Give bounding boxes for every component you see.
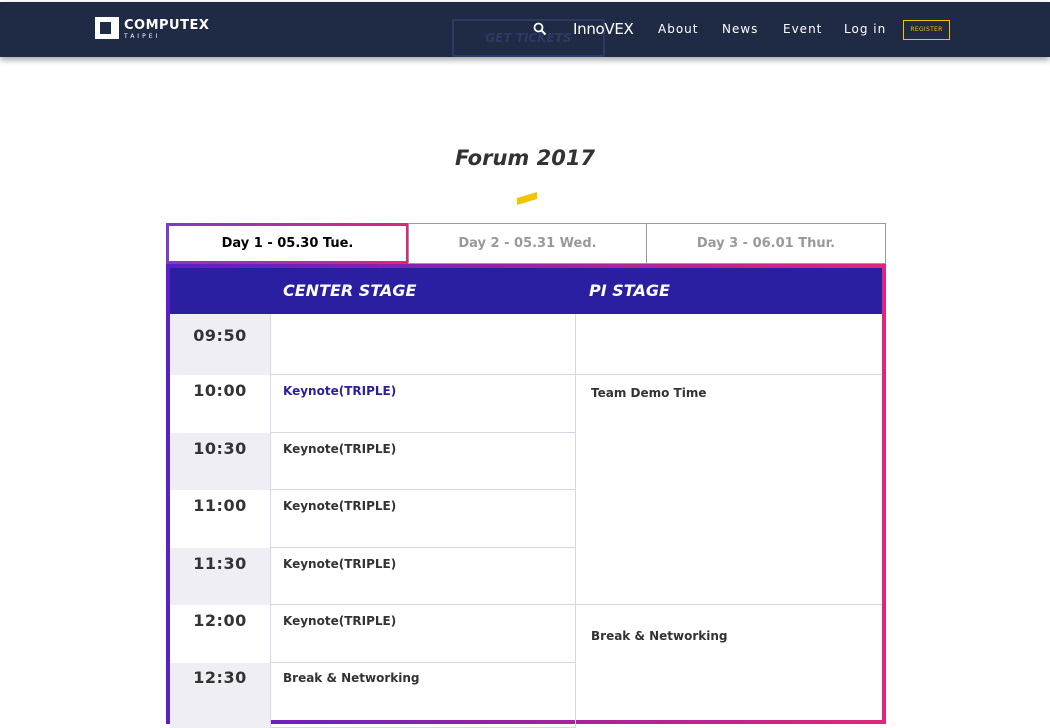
register-button[interactable]: REGISTER [903,20,950,40]
time-slot: 11:00 [193,496,247,515]
logo-subtext: TAIPEI [124,33,161,40]
time-slot: 11:30 [170,548,270,605]
center-session-cell[interactable]: Keynote(TRIPLE) [270,375,576,433]
center-session-cell: Break & Networking [270,663,576,728]
nav-login[interactable]: Log in [844,21,886,37]
center-session-cell [270,314,576,375]
nav-news[interactable]: News [722,21,758,37]
nav-about[interactable]: About [658,21,698,37]
stage-title-center: CENTER STAGE [283,281,417,300]
pi-session-cell [576,314,882,375]
schedule-header: CENTER STAGE PI STAGE [170,268,882,314]
center-session-cell: Keynote(TRIPLE) [270,548,576,605]
search-icon[interactable] [533,22,547,36]
accent-dash-icon [517,192,537,205]
innovex-link[interactable]: InnoVEX [573,19,634,39]
pi-session-cell: Team Demo Time [576,375,882,605]
page-title: Forum 2017 [454,146,596,170]
top-nav-bar: COMPUTEX TAIPEI GET TICKETS InnoVEX Abou… [0,2,1050,57]
time-slot: 10:00 [193,381,247,400]
center-session-cell: Keynote(TRIPLE) [270,605,576,663]
time-slot: 09:50 [170,314,270,375]
pi-session-cell: Break & Networking [591,629,728,643]
center-session-cell: Keynote(TRIPLE) [270,490,576,548]
time-slot: 12:00 [193,611,247,630]
tab-day-1[interactable]: Day 1 - 05.30 Tue. [166,223,409,264]
tab-day-2[interactable]: Day 2 - 05.31 Wed. [408,223,647,264]
center-session-cell: Keynote(TRIPLE) [270,433,576,490]
time-slot: 12:30 [170,663,270,728]
logo-text: COMPUTEX [124,18,210,33]
nav-event[interactable]: Event [783,21,822,37]
tab-day-3[interactable]: Day 3 - 06.01 Thur. [646,223,886,264]
time-slot: 10:30 [170,433,270,490]
stage-title-pi: PI STAGE [589,281,670,300]
schedule-table: CENTER STAGE PI STAGE 09:50 10:00 10:30 … [166,264,886,728]
logo-mark-icon [95,17,119,39]
computex-logo[interactable]: COMPUTEX TAIPEI [95,16,209,42]
